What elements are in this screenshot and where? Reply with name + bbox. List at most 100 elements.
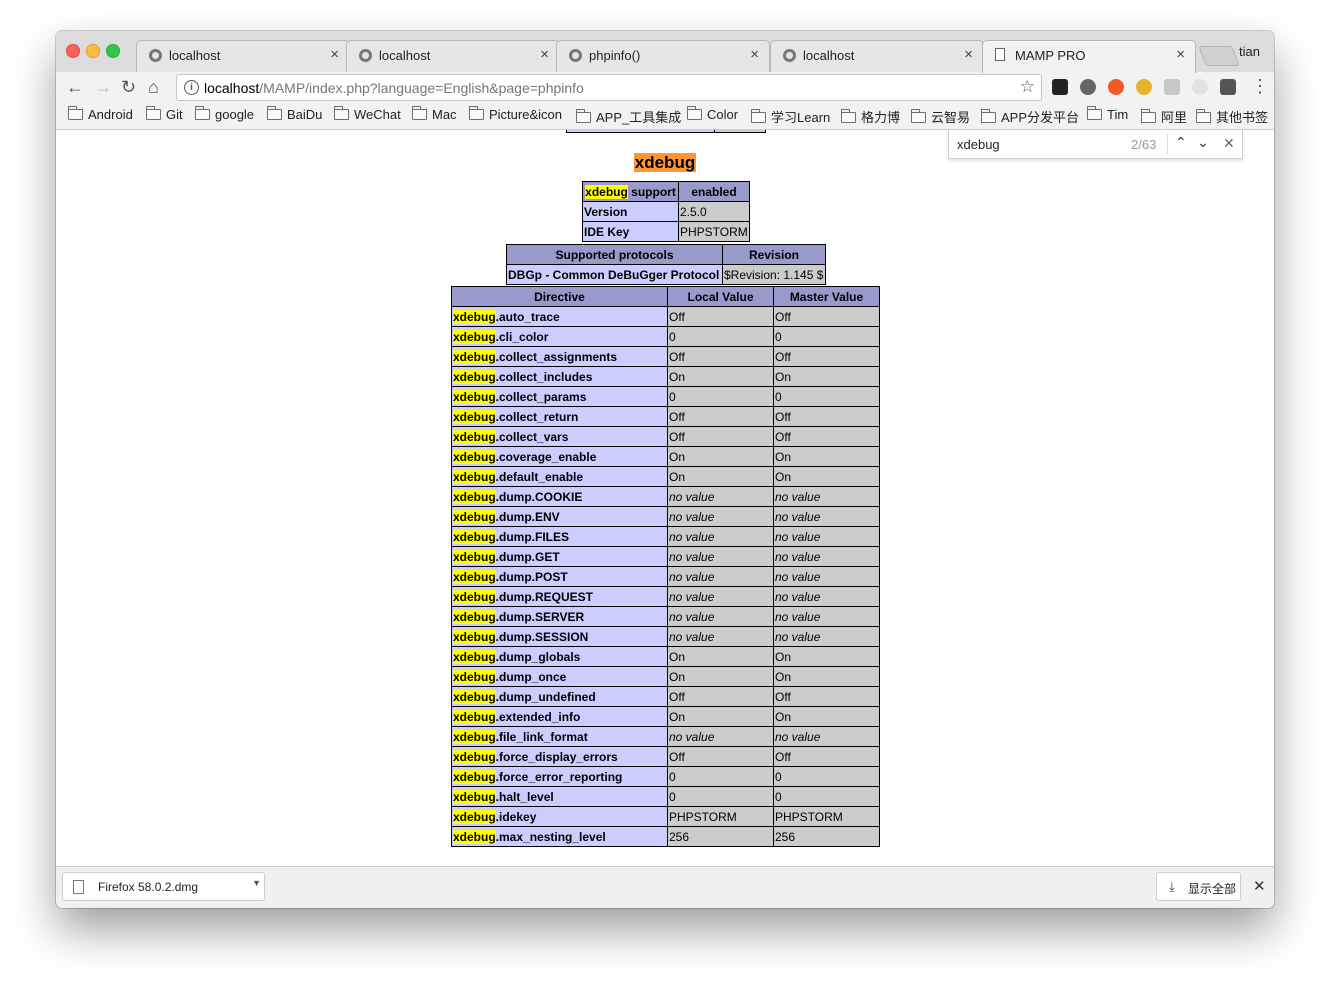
- directive-suffix: .dump.SERVER: [495, 609, 585, 624]
- directive-suffix: .idekey: [495, 809, 537, 824]
- table-row: xdebug.halt_level 0 0: [451, 786, 880, 807]
- bookmark-item[interactable]: Picture&icon: [469, 106, 562, 122]
- close-find-icon[interactable]: ✕: [1223, 135, 1235, 152]
- minimize-window-button[interactable]: [86, 44, 100, 58]
- caret-down-icon[interactable]: ▼: [252, 878, 261, 888]
- bookmark-label: 学习Learn: [771, 110, 831, 125]
- directive-suffix: .dump.SESSION: [495, 629, 589, 644]
- chevron-down-icon[interactable]: ⌄: [1197, 134, 1209, 151]
- bookmark-item[interactable]: 格力博: [841, 107, 900, 126]
- find-match: xdebug: [453, 709, 496, 724]
- show-all-label: 显示全部: [1188, 882, 1237, 896]
- download-icon: ⤓: [1169, 879, 1175, 894]
- table-row: xdebug.coverage_enable On On: [451, 446, 880, 467]
- bookmark-item[interactable]: 学习Learn: [751, 107, 830, 126]
- chevron-up-icon[interactable]: ⌃: [1175, 134, 1187, 151]
- bookmark-item[interactable]: 阿里: [1141, 107, 1187, 126]
- close-tab-icon[interactable]: ×: [750, 46, 759, 63]
- local-value: 0: [667, 786, 774, 807]
- tab-1[interactable]: localhost ×: [346, 40, 560, 72]
- folder-icon: [412, 106, 427, 120]
- tab-2[interactable]: phpinfo() ×: [556, 40, 770, 72]
- bookmark-item[interactable]: BaiDu: [267, 106, 323, 122]
- back-icon[interactable]: ←: [66, 77, 84, 97]
- bookmark-item[interactable]: google: [195, 106, 255, 122]
- directive-name: xdebug.extended_info: [451, 706, 668, 727]
- bookmark-item[interactable]: Android: [68, 106, 133, 122]
- bookmark-label: BaiDu: [287, 107, 323, 122]
- forward-icon[interactable]: →: [94, 77, 112, 97]
- profile-name[interactable]: tian: [1239, 44, 1260, 59]
- github-icon: [569, 49, 582, 62]
- directive-suffix: .collect_includes: [495, 369, 593, 384]
- master-value: On: [773, 646, 880, 667]
- url-text[interactable]: localhost/MAMP/index.php?language=Englis…: [204, 80, 584, 96]
- local-value: On: [667, 646, 774, 667]
- tab-3[interactable]: localhost ×: [770, 40, 984, 72]
- jetbrains-extension-icon[interactable]: [1052, 79, 1068, 95]
- close-tab-icon[interactable]: ×: [1176, 46, 1185, 63]
- bookmark-star-icon[interactable]: ☆: [1020, 77, 1035, 97]
- local-value: 0: [667, 766, 774, 787]
- directive-suffix: .halt_level: [495, 789, 554, 804]
- directive-name: xdebug.force_error_reporting: [451, 766, 668, 787]
- master-value: Off: [773, 746, 880, 767]
- bookmark-item[interactable]: WeChat: [334, 106, 401, 122]
- find-match: xdebug: [453, 629, 496, 644]
- download-item[interactable]: Firefox 58.0.2.dmg ▼: [62, 872, 265, 901]
- table-row: xdebug.dump.SERVER no value no value: [451, 606, 880, 627]
- bookmark-label: 其他书签: [1216, 110, 1269, 125]
- find-match: xdebug: [453, 409, 496, 424]
- bookmark-item[interactable]: APP_工具集成: [576, 107, 681, 126]
- directive-name: xdebug.dump.ENV: [451, 506, 668, 527]
- bookmark-item[interactable]: Color: [687, 106, 738, 122]
- bookmark-item[interactable]: APP分发平台: [981, 107, 1079, 126]
- close-window-button[interactable]: [66, 44, 80, 58]
- table-row: xdebug.idekey PHPSTORM PHPSTORM: [451, 806, 880, 827]
- flower-extension-icon[interactable]: [1136, 79, 1152, 95]
- disabled-extension-icon[interactable]: [1192, 79, 1208, 95]
- tab-4[interactable]: MAMP PRO ×: [982, 40, 1196, 73]
- close-tab-icon[interactable]: ×: [540, 46, 549, 63]
- download-shelf: Firefox 58.0.2.dmg ▼ ⤓ 显示全部 ✕: [56, 866, 1274, 908]
- local-value: On: [667, 706, 774, 727]
- zoom-window-button[interactable]: [106, 44, 120, 58]
- find-count: 2/63: [1131, 137, 1157, 152]
- grey-extension-icon[interactable]: [1164, 79, 1180, 95]
- bookmark-item[interactable]: Tim: [1087, 106, 1128, 122]
- bookmark-item[interactable]: Git: [146, 106, 183, 122]
- directive-name: xdebug.dump_once: [451, 666, 668, 687]
- bookmark-label: APP_工具集成: [596, 110, 682, 125]
- close-tab-icon[interactable]: ×: [330, 46, 339, 63]
- info-icon[interactable]: i: [184, 80, 199, 95]
- new-tab-button[interactable]: [1198, 46, 1240, 66]
- folder-icon: [469, 106, 484, 120]
- directive-name: xdebug.collect_return: [451, 406, 668, 427]
- address-bar[interactable]: i localhost/MAMP/index.php?language=Engl…: [176, 74, 1042, 101]
- show-all-downloads-button[interactable]: ⤓ 显示全部: [1156, 872, 1241, 901]
- reload-icon[interactable]: ↻: [121, 77, 136, 97]
- orange-extension-icon[interactable]: [1108, 79, 1124, 95]
- local-value: no value: [667, 526, 774, 547]
- home-icon[interactable]: ⌂: [148, 77, 159, 97]
- folder-icon: [146, 106, 161, 120]
- dark-extension-icon[interactable]: [1220, 79, 1236, 95]
- bookmark-item[interactable]: 云智易: [911, 107, 970, 126]
- bookmark-item[interactable]: Mac: [412, 106, 457, 122]
- table-row: xdebug.file_link_format no value no value: [451, 726, 880, 747]
- idekey-value: PHPSTORM: [678, 221, 750, 242]
- master-value: On: [773, 466, 880, 487]
- table-row: xdebug.cli_color 0 0: [451, 326, 880, 347]
- bookmark-item[interactable]: 其他书签: [1196, 107, 1268, 126]
- master-value: On: [773, 446, 880, 467]
- close-shelf-icon[interactable]: ✕: [1253, 877, 1266, 895]
- bookmark-label: google: [215, 107, 255, 122]
- menu-icon[interactable]: ⋮: [1251, 76, 1269, 96]
- local-value: Off: [667, 746, 774, 767]
- tab-0[interactable]: localhost ×: [136, 40, 350, 72]
- directive-suffix: .collect_params: [495, 389, 587, 404]
- gear-extension-icon[interactable]: [1080, 79, 1096, 95]
- close-tab-icon[interactable]: ×: [964, 46, 973, 63]
- find-input[interactable]: xdebug: [957, 137, 1000, 152]
- find-match: xdebug: [453, 529, 496, 544]
